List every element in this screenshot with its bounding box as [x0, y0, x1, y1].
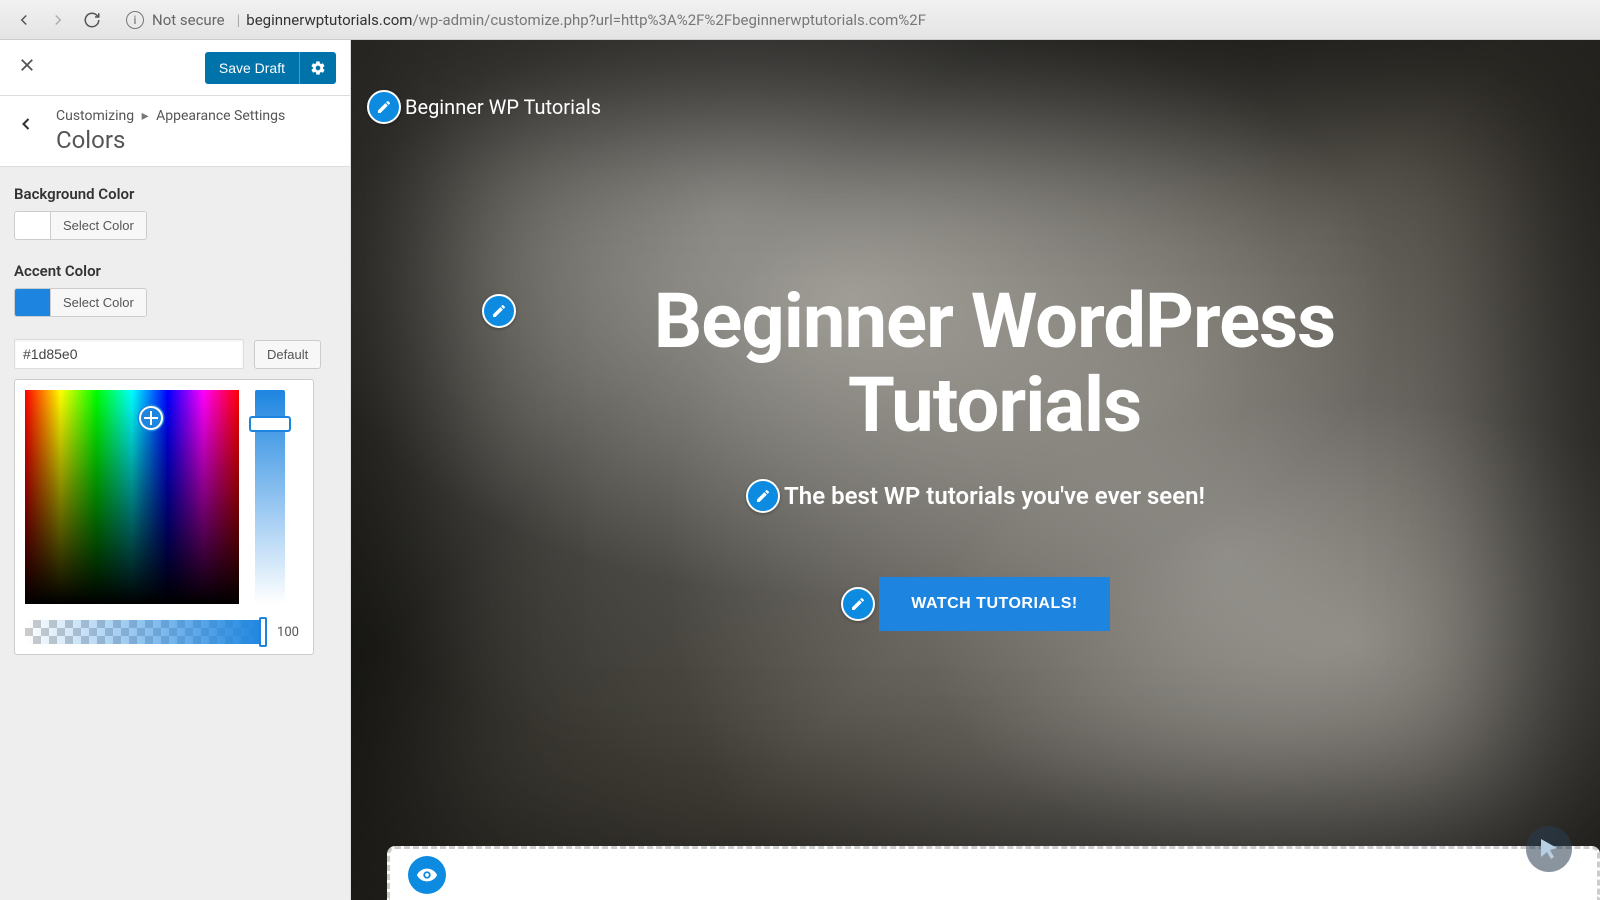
- url-host: beginnerwptutorials.com: [246, 11, 412, 29]
- lightness-handle[interactable]: [249, 416, 291, 432]
- url-path: /wp-admin/customize.php?url=http%3A%2F%2…: [412, 11, 926, 29]
- chevron-right-icon: ▸: [142, 108, 149, 124]
- breadcrumb-block: Customizing ▸ Appearance Settings Colors: [0, 96, 350, 167]
- section-title: Colors: [56, 126, 285, 154]
- hero-tagline: The best WP tutorials you've ever seen!: [784, 482, 1205, 510]
- edit-hero-title-button[interactable]: [482, 294, 516, 328]
- hex-input[interactable]: [14, 339, 244, 369]
- preview-pane: Beginner WP Tutorials Beginner WordPress…: [351, 40, 1600, 900]
- background-color-control[interactable]: Select Color: [14, 211, 147, 240]
- accent-color-control[interactable]: Select Color: [14, 288, 147, 317]
- address-bar[interactable]: i Not secure | beginnerwptutorials.com/w…: [126, 11, 1590, 29]
- edit-cta-button[interactable]: [841, 587, 875, 621]
- default-button[interactable]: Default: [254, 340, 321, 369]
- accent-color-label: Accent Color: [14, 262, 336, 280]
- customizer-sidebar: Save Draft Customizing ▸ Appearance Sett…: [0, 40, 351, 900]
- info-icon: i: [126, 11, 144, 29]
- back-nav-button[interactable]: [10, 6, 38, 34]
- alpha-handle[interactable]: [259, 617, 267, 647]
- watch-tutorials-button[interactable]: WATCH TUTORIALS!: [879, 577, 1110, 631]
- accent-select-color-button[interactable]: Select Color: [51, 289, 146, 316]
- color-picker: 100: [14, 379, 314, 655]
- hue-saturation-square[interactable]: [25, 390, 239, 604]
- browser-toolbar: i Not secure | beginnerwptutorials.com/w…: [0, 0, 1600, 40]
- publish-settings-button[interactable]: [299, 52, 336, 84]
- close-customizer-button[interactable]: [14, 51, 40, 84]
- background-select-color-button[interactable]: Select Color: [51, 212, 146, 239]
- panel-back-button[interactable]: [16, 108, 56, 134]
- forward-nav-button[interactable]: [44, 6, 72, 34]
- alpha-value: 100: [273, 625, 303, 640]
- hero-title: Beginner WordPress Tutorials: [520, 280, 1470, 447]
- background-color-swatch: [15, 212, 51, 239]
- lightness-slider[interactable]: [255, 390, 285, 604]
- edit-tagline-button[interactable]: [746, 479, 780, 513]
- sidebar-header: Save Draft: [0, 40, 350, 96]
- site-title: Beginner WP Tutorials: [405, 95, 601, 119]
- visibility-strip[interactable]: [387, 846, 1600, 900]
- eye-icon: [408, 856, 446, 894]
- security-label: Not secure: [152, 11, 225, 29]
- background-color-label: Background Color: [14, 185, 336, 203]
- breadcrumb: Customizing ▸ Appearance Settings: [56, 108, 285, 124]
- edit-site-title-button[interactable]: [367, 90, 401, 124]
- alpha-slider[interactable]: [25, 620, 265, 644]
- reload-button[interactable]: [78, 6, 106, 34]
- sv-handle[interactable]: [139, 406, 163, 430]
- save-draft-button[interactable]: Save Draft: [205, 52, 299, 84]
- cursor-watermark-icon: [1526, 826, 1572, 872]
- accent-color-swatch: [15, 289, 51, 316]
